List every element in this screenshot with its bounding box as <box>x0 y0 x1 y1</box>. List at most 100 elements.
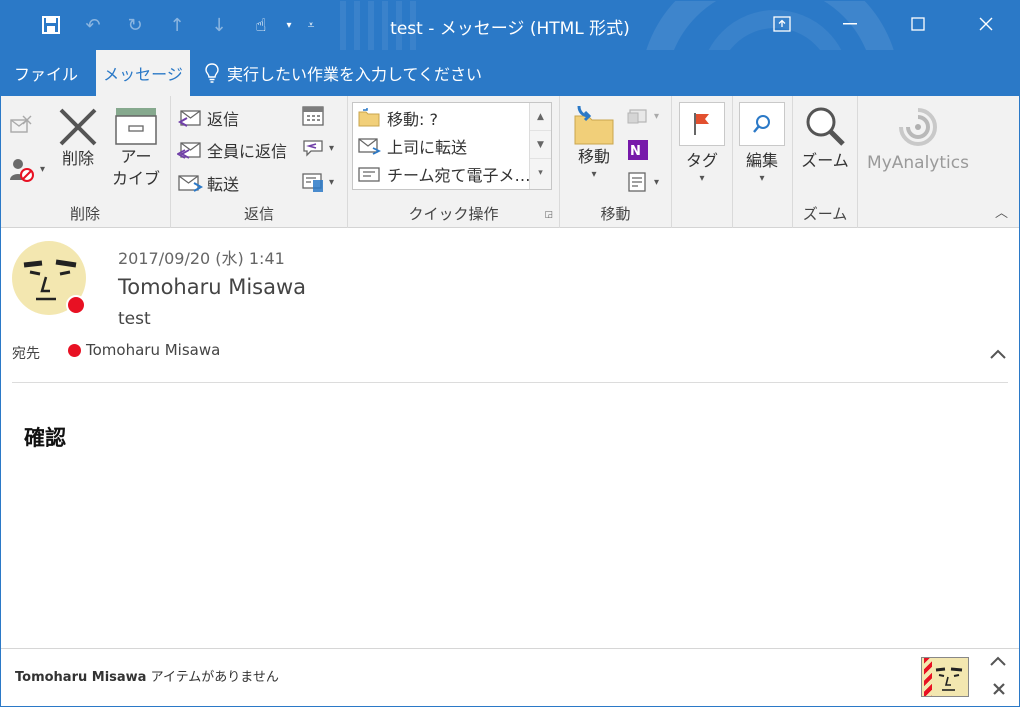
delete-button[interactable]: 削除 <box>55 106 101 170</box>
forward-button[interactable]: 転送 <box>177 171 239 195</box>
people-pane-expand-icon[interactable] <box>990 655 1006 670</box>
to-label: 宛先 <box>12 346 40 362</box>
collapse-header-icon[interactable] <box>990 347 1006 363</box>
actions-button[interactable]: ▾ <box>626 170 659 194</box>
window-controls <box>748 0 1020 48</box>
forward-icon <box>178 175 203 192</box>
save-icon[interactable] <box>30 12 72 38</box>
forward-mail-icon <box>358 138 381 155</box>
tab-message[interactable]: メッセージ <box>96 50 190 96</box>
tell-me-placeholder: 実行したい作業を入力してください <box>227 65 483 84</box>
archive-button[interactable]: アー カイブ <box>112 106 160 190</box>
svg-text:N: N <box>630 144 641 159</box>
zoom-button[interactable]: ズーム <box>799 104 851 172</box>
more-respond-button[interactable]: ▾ <box>301 170 334 194</box>
chevron-down-icon: ▾ <box>40 163 46 175</box>
reply-label: 返信 <box>207 110 240 129</box>
search-icon-box <box>739 102 785 146</box>
tell-me-box[interactable]: 実行したい作業を入力してください <box>205 50 482 96</box>
tags-label: タグ <box>685 151 718 170</box>
chevron-down-icon: ▾ <box>654 176 660 188</box>
move-button[interactable]: 移動 ▾ <box>568 104 620 182</box>
dialog-launcher-icon[interactable]: ◲ <box>544 210 553 220</box>
redo-icon[interactable]: ↻ <box>114 12 156 38</box>
maximize-icon[interactable] <box>884 0 952 48</box>
myanalytics-button[interactable]: MyAnalytics <box>862 104 974 174</box>
calendar-icon <box>302 106 324 126</box>
gallery-more-icon[interactable]: ▾ <box>530 159 551 187</box>
group-label-move: 移動 <box>600 205 631 223</box>
people-pane-status-text: アイテムがありません <box>146 670 279 685</box>
ribbon-group-zoom: ズーム ズーム <box>793 96 858 228</box>
minimize-icon[interactable] <box>816 0 884 48</box>
search-icon <box>753 115 770 133</box>
delete-label: 削除 <box>61 149 94 168</box>
sender-name[interactable]: Tomoharu Misawa <box>118 275 306 299</box>
lightbulb-icon <box>205 63 219 83</box>
message-body: 確認 <box>24 426 66 450</box>
close-icon[interactable] <box>952 0 1020 48</box>
reply-all-icon <box>177 142 201 159</box>
title-bar: ↶ ↻ ↑ ↓ ☝ ▾ ⩡ test - メッセージ (HTML 形式) <box>0 0 1020 50</box>
quick-step-team-email[interactable]: チーム宛て電子メ… <box>357 161 531 187</box>
im-reply-button[interactable]: ▾ <box>301 136 334 160</box>
group-label-delete: 削除 <box>69 205 100 223</box>
group-label-quick-steps: クイック操作 <box>408 205 499 223</box>
touch-mode-icon[interactable]: ☝ <box>240 12 282 38</box>
folder-move-icon <box>358 108 380 127</box>
up-icon[interactable]: ↑ <box>156 12 198 38</box>
scroll-down-icon[interactable]: ▼ <box>530 131 551 159</box>
group-label-zoom: ズーム <box>802 205 848 223</box>
ribbon-display-options-icon[interactable] <box>748 0 816 48</box>
avatar-face-icon <box>935 667 963 691</box>
ribbon-group-edit: 編集 ▾ <box>733 96 793 228</box>
touch-mode-dropdown-icon[interactable]: ▾ <box>282 12 296 38</box>
move-label: 移動 <box>577 147 610 166</box>
header-divider <box>12 382 1008 383</box>
scroll-up-icon[interactable]: ▲ <box>530 103 551 131</box>
im-reply-icon <box>303 140 323 157</box>
rules-icon <box>627 109 647 124</box>
titlebar-decoration <box>340 0 420 50</box>
quick-steps-gallery: 移動: ? 上司に転送 チーム宛て電子メ… ▲ ▼ ▾ <box>352 102 552 190</box>
block-sender-icon <box>10 159 34 182</box>
edit-label: 編集 <box>745 151 778 170</box>
people-pane-close-icon[interactable] <box>992 681 1006 700</box>
reply-all-button[interactable]: 全員に返信 <box>177 138 287 162</box>
recipient-presence-indicator <box>68 344 81 357</box>
chevron-down-icon: ▾ <box>329 176 335 188</box>
flag-icon-box <box>679 102 725 146</box>
recipient-name[interactable]: Tomoharu Misawa <box>86 341 220 359</box>
ignore-button[interactable] <box>8 114 34 136</box>
onenote-icon: N <box>628 140 648 160</box>
chevron-down-icon: ▾ <box>591 169 597 180</box>
tab-file[interactable]: ファイル <box>0 50 92 96</box>
reply-button[interactable]: 返信 <box>177 106 239 130</box>
collapse-ribbon-icon[interactable]: ︿ <box>995 202 1008 221</box>
junk-button[interactable]: ▾ <box>8 156 45 182</box>
more-respond-icon <box>302 173 323 192</box>
down-icon[interactable]: ↓ <box>198 12 240 38</box>
quick-step-label: 移動: ? <box>387 110 438 129</box>
myanalytics-icon <box>899 108 937 146</box>
quick-steps-scrollbar[interactable]: ▲ ▼ ▾ <box>529 103 551 189</box>
quick-step-label: 上司に転送 <box>387 138 468 157</box>
tags-button[interactable]: タグ ▾ <box>678 102 726 186</box>
quick-step-move[interactable]: 移動: ? <box>357 105 438 131</box>
ribbon-group-myanalytics: MyAnalytics <box>858 96 978 228</box>
quick-step-to-manager[interactable]: 上司に転送 <box>357 133 467 159</box>
onenote-button[interactable]: N <box>626 138 650 162</box>
archive-icon <box>115 108 157 145</box>
sent-date: 2017/09/20 (水) 1:41 <box>118 249 285 268</box>
message-header: 2017/09/20 (水) 1:41 Tomoharu Misawa test… <box>0 229 1020 383</box>
meeting-button[interactable] <box>301 104 325 128</box>
undo-icon[interactable]: ↶ <box>72 12 114 38</box>
rules-button[interactable]: ▾ <box>626 104 659 128</box>
customize-qat-icon[interactable]: ⩡ <box>296 12 326 38</box>
people-pane: Tomoharu Misawa アイテムがありません <box>0 648 1020 707</box>
zoom-label: ズーム <box>801 151 849 170</box>
edit-button[interactable]: 編集 ▾ <box>738 102 786 186</box>
people-pane-name[interactable]: Tomoharu Misawa <box>15 670 146 685</box>
ribbon-group-move: 移動 ▾ ▾ N ▾ 移動 <box>560 96 672 228</box>
people-pane-avatar[interactable] <box>921 657 969 697</box>
